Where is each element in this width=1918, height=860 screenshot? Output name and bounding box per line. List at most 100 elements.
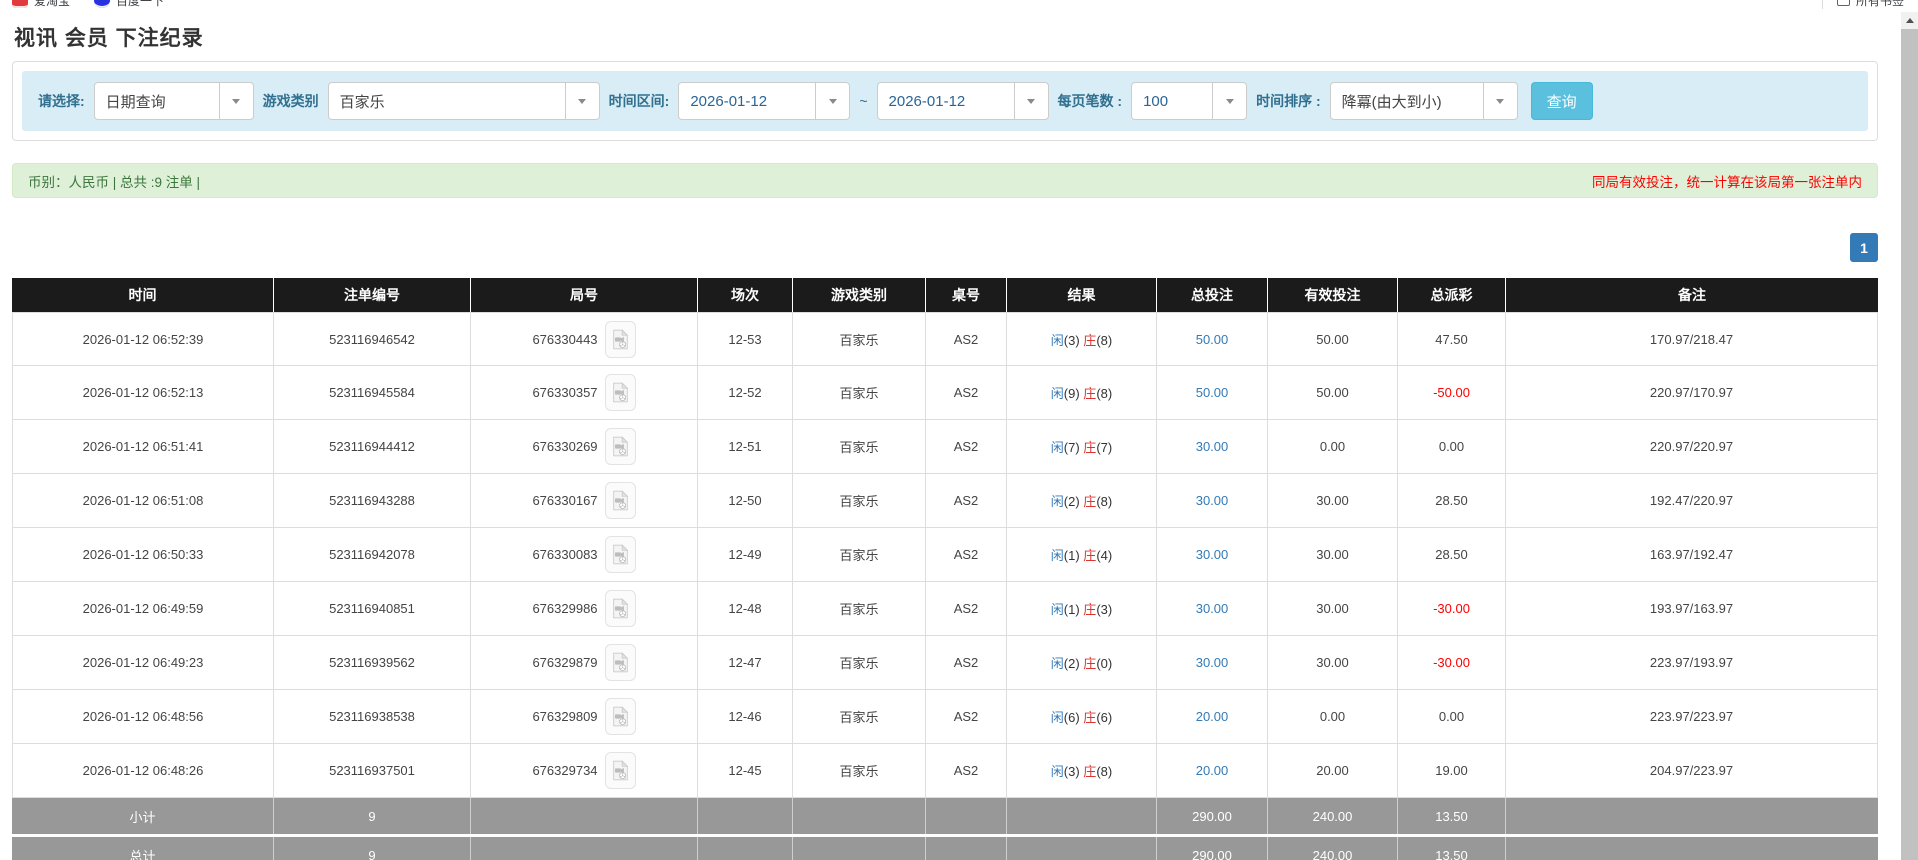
total-row-cell-7: 290.00 bbox=[1157, 837, 1268, 860]
video-replay-button[interactable] bbox=[604, 698, 636, 735]
column-header-1: 注单编号 bbox=[274, 278, 471, 312]
result-banker-label: 庄 bbox=[1083, 548, 1097, 563]
game-type-value: 百家乐 bbox=[339, 93, 385, 111]
total-bet-link[interactable]: 20.00 bbox=[1196, 709, 1229, 724]
total-bet-link[interactable]: 30.00 bbox=[1196, 655, 1229, 670]
cell-table-no: AS2 bbox=[926, 420, 1007, 474]
video-replay-button[interactable] bbox=[604, 374, 636, 411]
date-to-dropdown[interactable]: 2026-01-12 bbox=[876, 82, 1049, 120]
valid-bet-notice-text: 同局有效投注，统一计算在该局第一张注单内 bbox=[1592, 174, 1862, 190]
video-replay-button[interactable] bbox=[604, 320, 636, 358]
cell-total-bet: 30.00 bbox=[1157, 582, 1268, 636]
video-replay-button[interactable] bbox=[604, 536, 636, 573]
result-player-label: 闲 bbox=[1050, 332, 1064, 348]
folder-icon bbox=[1836, 0, 1850, 6]
payout-value: -30.00 bbox=[1433, 601, 1470, 616]
column-header-3: 场次 bbox=[698, 278, 793, 312]
cell-round-id: 676330083 bbox=[471, 528, 698, 582]
result-banker-label: 庄 bbox=[1083, 602, 1097, 617]
video-file-icon bbox=[612, 760, 628, 781]
payout-value: 0.00 bbox=[1438, 439, 1465, 454]
cell-bet-id: 523116943288 bbox=[274, 474, 471, 528]
cell-bet-id: 523116946542 bbox=[274, 312, 471, 366]
subtotal-row-cell-5 bbox=[926, 798, 1007, 834]
cell-bet-id: 523116944412 bbox=[274, 420, 471, 474]
result-banker-score: (8) bbox=[1096, 764, 1113, 779]
cell-remark: 193.97/163.97 bbox=[1506, 582, 1878, 636]
video-replay-button[interactable] bbox=[604, 482, 636, 519]
result-banker-score: (8) bbox=[1096, 386, 1113, 401]
total-bet-link[interactable]: 50.00 bbox=[1196, 385, 1229, 400]
cell-payout: 28.50 bbox=[1398, 528, 1506, 582]
subtotal-row-cell-1: 9 bbox=[274, 798, 471, 834]
total-row-cell-0: 总计 bbox=[12, 837, 274, 860]
video-replay-button[interactable] bbox=[604, 428, 636, 465]
query-button[interactable]: 查询 bbox=[1530, 82, 1593, 120]
cell-time: 2026-01-12 06:52:13 bbox=[12, 366, 274, 420]
result-player-label: 闲 bbox=[1050, 764, 1064, 779]
video-replay-button[interactable] bbox=[604, 644, 636, 681]
table-row: 2026-01-12 06:48:26 523116937501 676329734… bbox=[12, 744, 1878, 798]
payout-value: 28.50 bbox=[1435, 547, 1468, 562]
total-bet-link[interactable]: 30.00 bbox=[1196, 439, 1229, 454]
bookmark-item-baidu[interactable]: 百度一下 bbox=[94, 0, 164, 9]
date-range-separator: ~ bbox=[859, 93, 868, 109]
result-banker-label: 庄 bbox=[1083, 656, 1097, 671]
scrollbar-up-button[interactable] bbox=[1901, 12, 1918, 29]
total-bet-link[interactable]: 50.00 bbox=[1196, 332, 1229, 347]
total-row-cell-1: 9 bbox=[274, 837, 471, 860]
cell-remark: 223.97/193.97 bbox=[1506, 636, 1878, 690]
cell-total-bet: 30.00 bbox=[1157, 420, 1268, 474]
cell-bet-id: 523116937501 bbox=[274, 744, 471, 798]
cell-valid-bet: 30.00 bbox=[1268, 474, 1398, 528]
bookmark-item-taobao[interactable]: 爱淘宝 bbox=[12, 0, 70, 9]
all-bookmarks-button[interactable]: 所有书签 bbox=[1821, 0, 1904, 9]
date-to-value: 2026-01-12 bbox=[888, 92, 966, 110]
date-from-dropdown[interactable]: 2026-01-12 bbox=[678, 82, 851, 120]
cell-payout: 0.00 bbox=[1398, 690, 1506, 744]
result-banker-label: 庄 bbox=[1083, 764, 1097, 779]
page-button-1[interactable]: 1 bbox=[1850, 233, 1878, 262]
cell-table-no: AS2 bbox=[926, 528, 1007, 582]
cell-valid-bet: 20.00 bbox=[1268, 744, 1398, 798]
subtotal-row-cell-2 bbox=[471, 798, 698, 834]
cell-time: 2026-01-12 06:49:59 bbox=[12, 582, 274, 636]
all-bookmarks-label: 所有书签 bbox=[1855, 0, 1904, 8]
sort-dropdown[interactable]: 降冪(由大到小) bbox=[1329, 82, 1518, 120]
total-bet-link[interactable]: 30.00 bbox=[1196, 493, 1229, 508]
payout-value: 0.00 bbox=[1438, 709, 1465, 724]
cell-total-bet: 50.00 bbox=[1157, 366, 1268, 420]
cell-result: 闲(3) 庄(8) bbox=[1007, 744, 1157, 798]
cell-time: 2026-01-12 06:51:08 bbox=[12, 474, 274, 528]
column-header-8: 有效投注 bbox=[1268, 278, 1398, 312]
total-row-cell-5 bbox=[926, 837, 1007, 860]
cell-game-type: 百家乐 bbox=[793, 582, 926, 636]
total-bet-link[interactable]: 20.00 bbox=[1196, 763, 1229, 778]
page-size-dropdown[interactable]: 100 bbox=[1131, 82, 1248, 120]
cell-bet-id: 523116939562 bbox=[274, 636, 471, 690]
column-header-0: 时间 bbox=[12, 278, 274, 312]
result-banker-label: 庄 bbox=[1083, 440, 1097, 455]
video-replay-button[interactable] bbox=[604, 590, 636, 627]
cell-game-type: 百家乐 bbox=[793, 474, 926, 528]
total-row-cell-6 bbox=[1007, 837, 1157, 860]
video-file-icon bbox=[612, 490, 628, 511]
cell-bet-id: 523116938538 bbox=[274, 690, 471, 744]
query-type-dropdown[interactable]: 日期查询 bbox=[93, 82, 254, 120]
cell-remark: 204.97/223.97 bbox=[1506, 744, 1878, 798]
game-type-dropdown[interactable]: 百家乐 bbox=[327, 82, 600, 120]
total-bet-link[interactable]: 30.00 bbox=[1196, 601, 1229, 616]
result-player-label: 闲 bbox=[1050, 602, 1064, 617]
cell-table-no: AS2 bbox=[926, 744, 1007, 798]
scrollbar-thumb[interactable] bbox=[1901, 29, 1918, 860]
subtotal-row-cell-9: 13.50 bbox=[1398, 798, 1506, 834]
cell-total-bet: 20.00 bbox=[1157, 744, 1268, 798]
video-replay-button[interactable] bbox=[604, 752, 636, 789]
chevron-down-icon bbox=[564, 83, 599, 119]
result-player-score: (6) bbox=[1063, 710, 1084, 725]
result-player-score: (3) bbox=[1063, 332, 1084, 348]
cell-round-id: 676329879 bbox=[471, 636, 698, 690]
total-row-cell-10 bbox=[1506, 837, 1878, 860]
cell-valid-bet: 30.00 bbox=[1268, 636, 1398, 690]
total-bet-link[interactable]: 30.00 bbox=[1196, 547, 1229, 562]
